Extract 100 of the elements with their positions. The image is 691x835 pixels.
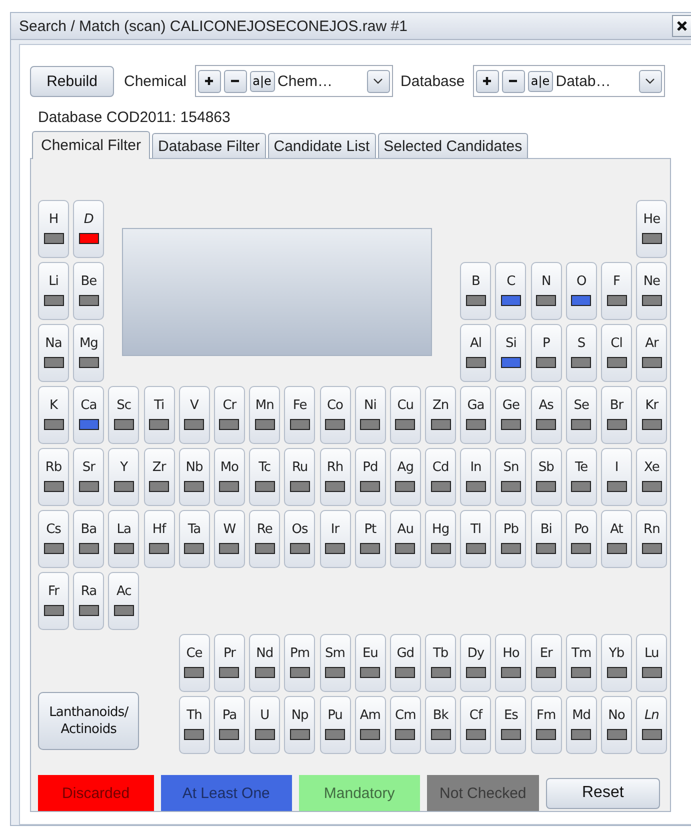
element-button[interactable]: B — [460, 262, 492, 320]
element-button[interactable]: Pm — [284, 634, 316, 692]
element-button[interactable]: Mo — [214, 448, 245, 506]
element-button[interactable]: Eu — [354, 634, 386, 692]
element-button[interactable]: Te — [566, 448, 597, 506]
element-button[interactable]: Pt — [354, 510, 386, 568]
element-button[interactable]: Es — [495, 696, 526, 754]
element-button[interactable]: Mg — [73, 324, 104, 382]
combo-box[interactable]: a|e Datab… — [472, 65, 665, 97]
element-button[interactable]: La — [108, 510, 140, 568]
element-button[interactable]: Ni — [354, 386, 386, 444]
element-button[interactable]: Sn — [495, 448, 526, 506]
element-button[interactable]: Cf — [460, 696, 492, 754]
element-button[interactable]: Yb — [601, 634, 632, 692]
element-button[interactable]: In — [460, 448, 492, 506]
element-button[interactable]: Be — [73, 262, 104, 320]
rebuild-button[interactable]: Rebuild — [30, 66, 114, 96]
element-button[interactable]: O — [566, 262, 597, 320]
element-button[interactable]: Rn — [636, 510, 668, 568]
element-button[interactable]: Nd — [249, 634, 280, 692]
element-button[interactable]: V — [178, 386, 210, 444]
element-button[interactable]: Os — [284, 510, 316, 568]
minus-icon[interactable] — [502, 70, 525, 92]
element-button[interactable]: Ho — [495, 634, 526, 692]
element-button[interactable]: Cm — [390, 696, 421, 754]
element-button[interactable]: Zr — [144, 448, 175, 506]
edit-button[interactable]: a|e — [528, 70, 553, 92]
element-button[interactable]: Rb — [38, 448, 69, 506]
element-button[interactable]: Ag — [390, 448, 421, 506]
element-button[interactable]: Sc — [108, 386, 140, 444]
element-button[interactable]: As — [530, 386, 562, 444]
element-button[interactable]: Fr — [38, 572, 69, 630]
element-button[interactable]: He — [636, 200, 668, 258]
tab[interactable]: Selected Candidates — [378, 133, 528, 158]
element-button[interactable]: Nb — [178, 448, 210, 506]
element-button[interactable]: Cl — [601, 324, 632, 382]
element-button[interactable]: Am — [354, 696, 386, 754]
element-button[interactable]: Sb — [530, 448, 562, 506]
element-button[interactable]: Fe — [284, 386, 316, 444]
dropdown-icon[interactable] — [638, 70, 662, 92]
element-button[interactable]: Lu — [636, 634, 668, 692]
element-button[interactable]: Hg — [425, 510, 456, 568]
element-button[interactable]: Fm — [530, 696, 562, 754]
element-button[interactable]: Er — [530, 634, 562, 692]
element-button[interactable]: Tb — [425, 634, 456, 692]
element-button[interactable]: Ac — [108, 572, 140, 630]
element-button[interactable]: Zn — [425, 386, 456, 444]
plus-icon[interactable] — [476, 70, 499, 92]
dropdown-icon[interactable] — [366, 70, 390, 92]
element-button[interactable]: Md — [566, 696, 597, 754]
element-button[interactable]: Ce — [178, 634, 210, 692]
element-button[interactable]: D — [73, 200, 104, 258]
element-button[interactable]: Pr — [214, 634, 245, 692]
element-button[interactable]: Tm — [566, 634, 597, 692]
element-button[interactable]: H — [38, 200, 69, 258]
combo-box[interactable]: a|e Chem… — [194, 65, 393, 97]
element-button[interactable]: Ge — [495, 386, 526, 444]
element-button[interactable]: Tc — [249, 448, 280, 506]
element-button[interactable]: Pu — [320, 696, 350, 754]
element-button[interactable]: Ca — [73, 386, 104, 444]
element-button[interactable]: U — [249, 696, 280, 754]
element-button[interactable]: Al — [460, 324, 492, 382]
element-button[interactable]: Mn — [249, 386, 280, 444]
element-button[interactable]: Ln — [636, 696, 668, 754]
element-button[interactable]: Ne — [636, 262, 668, 320]
element-button[interactable]: Y — [108, 448, 140, 506]
element-button[interactable]: No — [601, 696, 632, 754]
close-icon[interactable] — [672, 15, 691, 37]
edit-button[interactable]: a|e — [250, 70, 275, 92]
element-button[interactable]: Bk — [425, 696, 456, 754]
element-button[interactable]: F — [601, 262, 632, 320]
element-button[interactable]: Tl — [460, 510, 492, 568]
element-button[interactable]: Ta — [178, 510, 210, 568]
element-button[interactable]: Th — [178, 696, 210, 754]
element-button[interactable]: Re — [249, 510, 280, 568]
element-button[interactable]: Au — [390, 510, 421, 568]
element-button[interactable]: Pb — [495, 510, 526, 568]
element-button[interactable]: Dy — [460, 634, 492, 692]
element-button[interactable]: Si — [495, 324, 526, 382]
element-button[interactable]: Cs — [38, 510, 69, 568]
element-button[interactable]: Ru — [284, 448, 316, 506]
element-button[interactable]: N — [530, 262, 562, 320]
element-button[interactable]: Po — [566, 510, 597, 568]
plus-icon[interactable] — [198, 70, 221, 92]
series-toggle-button[interactable]: Lanthanoids/ Actinoids — [38, 692, 140, 750]
element-button[interactable]: Kr — [636, 386, 668, 444]
element-button[interactable]: Ir — [320, 510, 350, 568]
element-button[interactable]: Rh — [320, 448, 350, 506]
element-button[interactable]: Pd — [354, 448, 386, 506]
element-button[interactable]: K — [38, 386, 69, 444]
tab[interactable]: Candidate List — [268, 133, 376, 158]
element-button[interactable]: Cd — [425, 448, 456, 506]
tab[interactable]: Database Filter — [152, 133, 266, 158]
element-button[interactable]: Br — [601, 386, 632, 444]
element-button[interactable]: I — [601, 448, 632, 506]
element-button[interactable]: At — [601, 510, 632, 568]
element-button[interactable]: Se — [566, 386, 597, 444]
element-button[interactable]: Ga — [460, 386, 492, 444]
element-button[interactable]: Na — [38, 324, 69, 382]
element-button[interactable]: Xe — [636, 448, 668, 506]
